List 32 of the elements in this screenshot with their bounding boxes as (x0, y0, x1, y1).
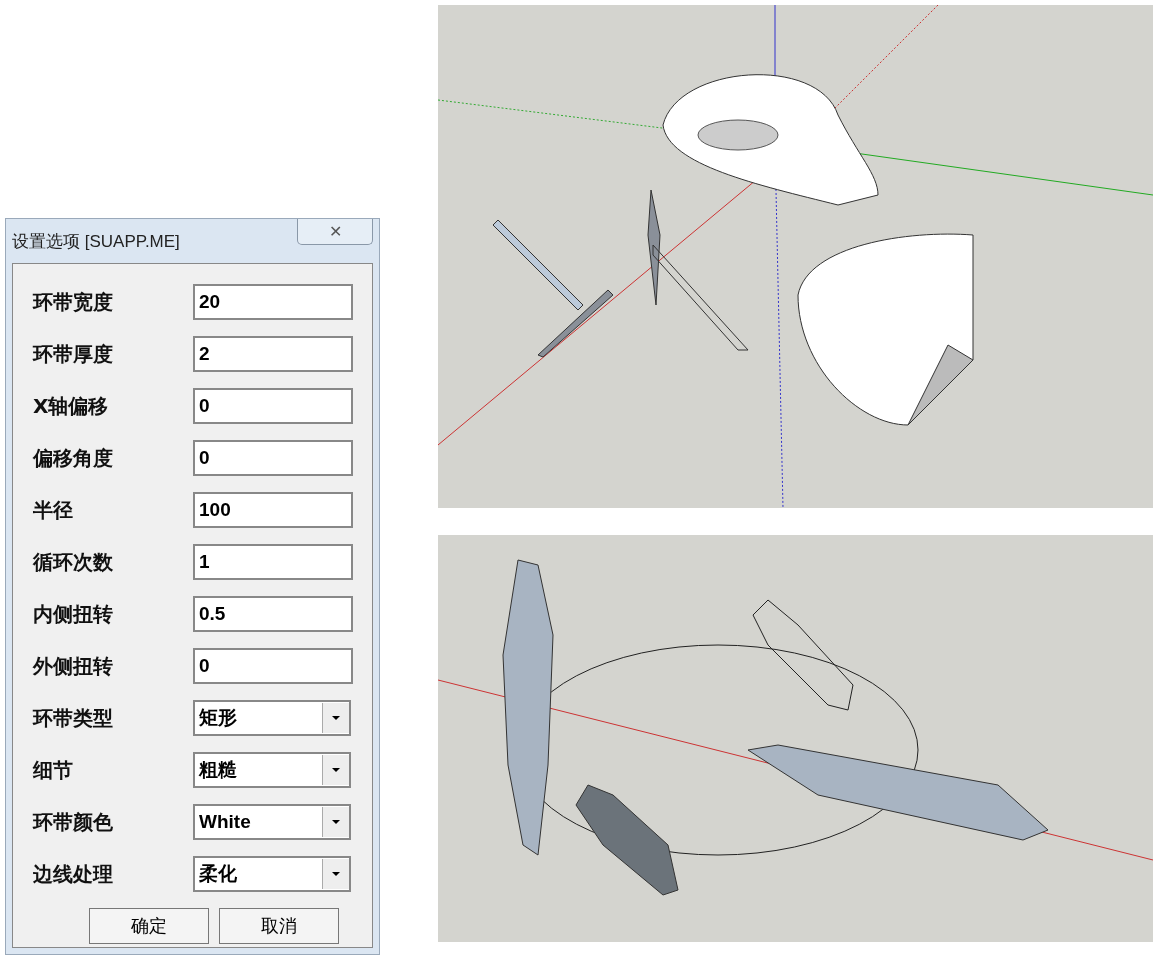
input-field[interactable]: 1 (193, 544, 353, 580)
field-label: 环带厚度 (33, 340, 114, 368)
field-label: 边线处理 (33, 860, 114, 888)
dialog-button[interactable]: 取消 (219, 908, 339, 944)
input-field[interactable]: 20 (193, 284, 353, 320)
field-label: 半径 (33, 496, 74, 524)
input-field[interactable]: 0 (193, 440, 353, 476)
window-title: 设置选项 [SUAPP.ME] (12, 230, 180, 253)
caret-icon (322, 755, 349, 785)
field-label: 循环次数 (33, 548, 114, 576)
field-label: 细节 (33, 756, 74, 784)
caret-icon (322, 807, 349, 837)
input-field[interactable]: 0.5 (193, 596, 353, 632)
input-field[interactable]: 0 (193, 648, 353, 684)
input-field[interactable]: 2 (193, 336, 353, 372)
field-label: 外侧扭转 (33, 652, 114, 680)
input-field[interactable]: 0 (193, 388, 353, 424)
dropdown[interactable]: 粗糙 (193, 752, 351, 788)
dialog-button[interactable]: 确定 (89, 908, 209, 944)
field-label: 偏移角度 (33, 444, 114, 472)
field-label: X轴偏移 (33, 392, 110, 420)
input-field[interactable]: 100 (193, 492, 353, 528)
dropdown[interactable]: White (193, 804, 351, 840)
dropdown[interactable]: 柔化 (193, 856, 351, 892)
dropdown[interactable]: 矩形 (193, 700, 351, 736)
caret-icon (322, 859, 349, 889)
field-label: 内侧扭转 (33, 600, 114, 628)
field-label: 环带类型 (33, 704, 114, 732)
field-label: 环带颜色 (33, 808, 114, 836)
caret-icon (322, 703, 349, 733)
close-button[interactable]: ✕ (297, 219, 373, 245)
field-label: 环带宽度 (33, 288, 114, 316)
